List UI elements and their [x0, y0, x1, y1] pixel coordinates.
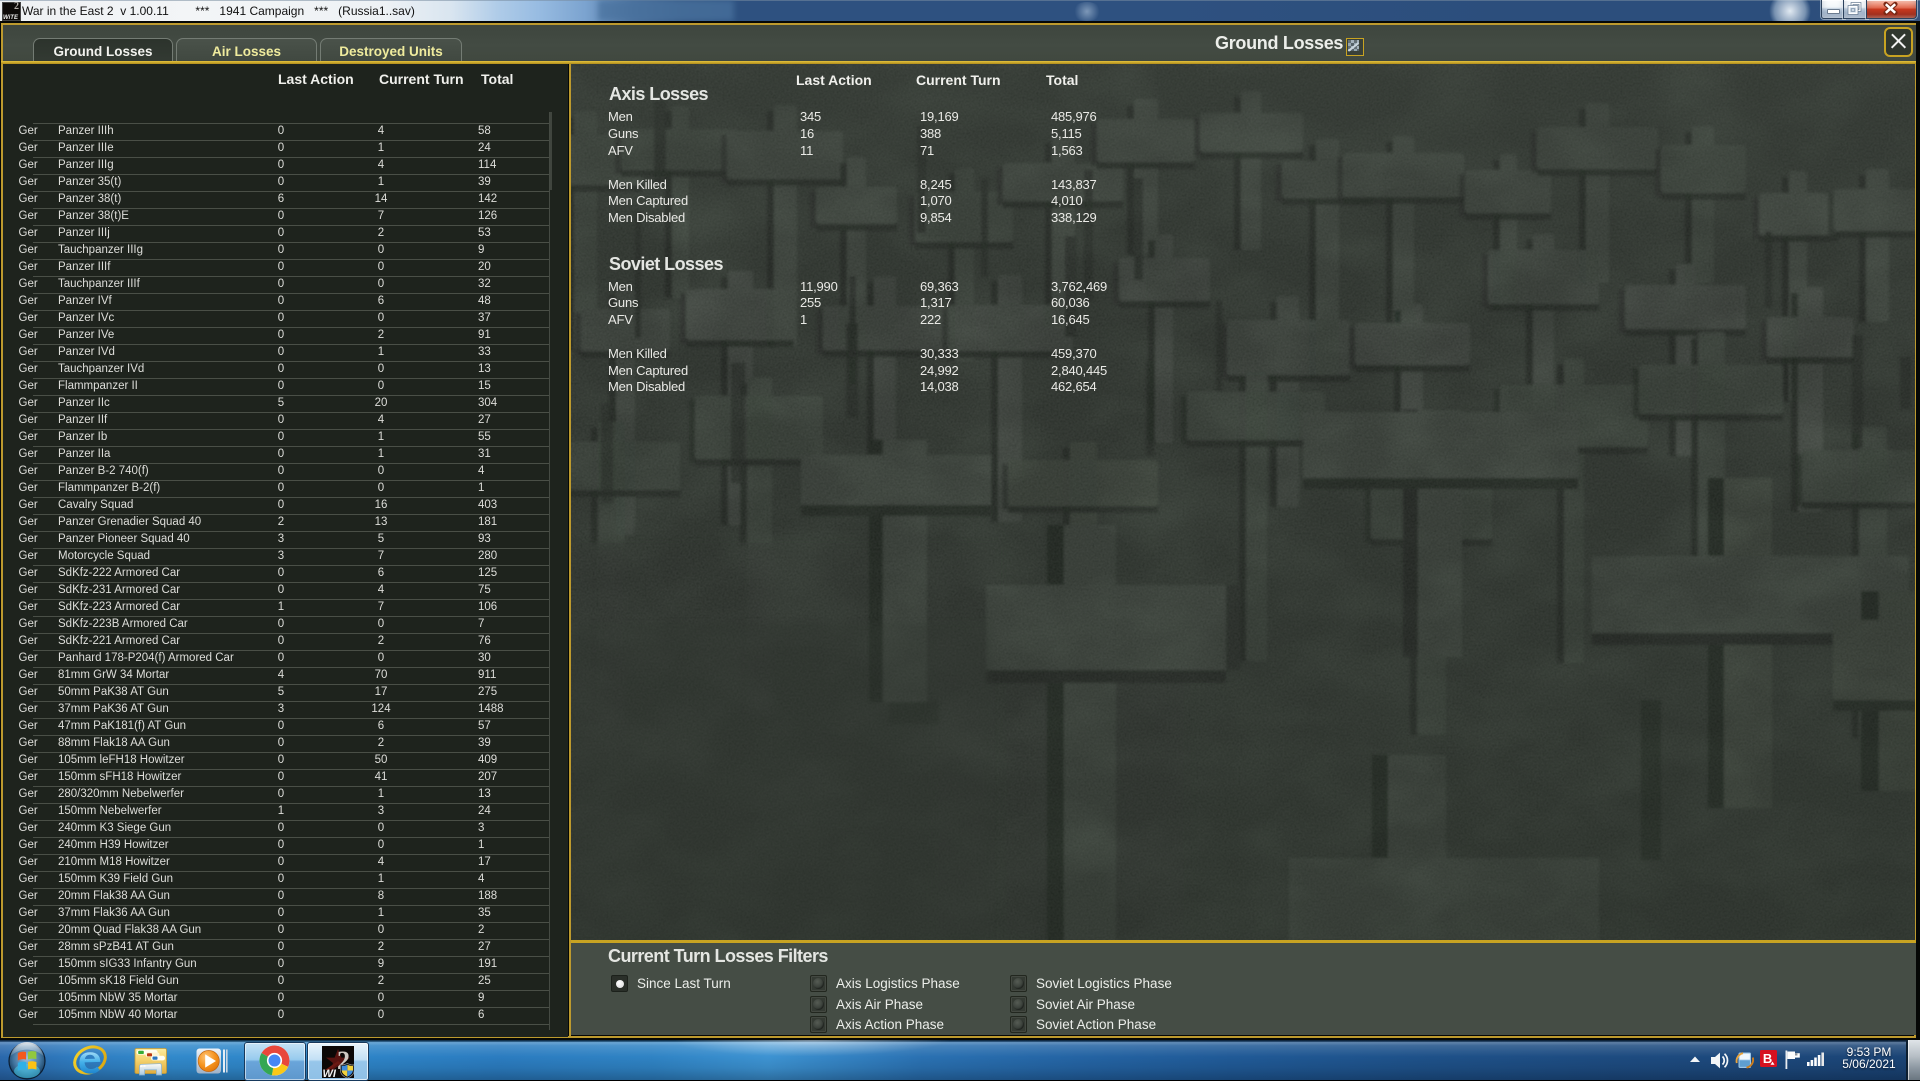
- svg-text:WI: WI: [323, 1068, 337, 1078]
- svg-text:B: B: [1763, 1051, 1772, 1066]
